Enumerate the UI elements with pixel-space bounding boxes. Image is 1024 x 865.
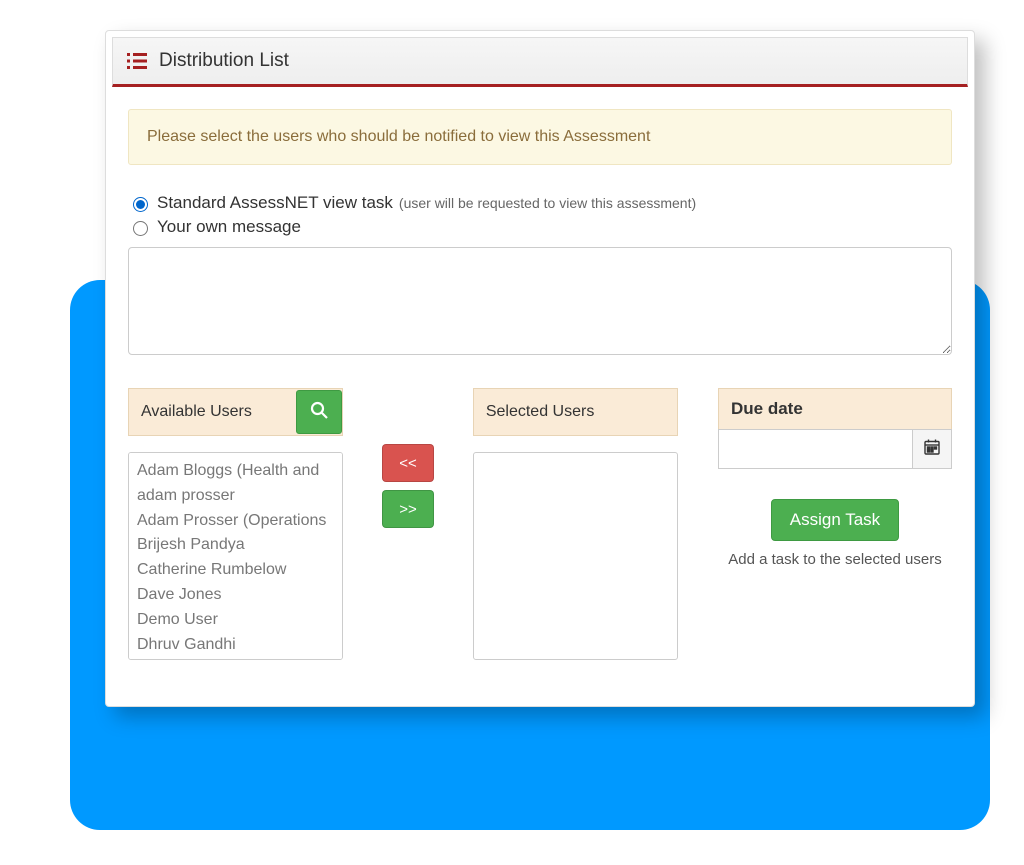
list-item[interactable]: Dhruv Gandhi [137, 633, 334, 658]
selected-users-title: Selected Users [486, 403, 595, 421]
available-users-column: Available Users Adam Bloggs (Health anda… [128, 388, 343, 660]
radio-standard-row: Standard AssessNET view task (user will … [128, 193, 952, 213]
selected-users-column: Selected Users [473, 388, 678, 660]
remove-user-button[interactable]: << [382, 444, 434, 482]
panel-body: Please select the users who should be no… [112, 87, 968, 700]
list-item[interactable]: Brijesh Pandya [137, 533, 334, 558]
due-date-picker-button[interactable] [912, 429, 952, 469]
available-users-header: Available Users [128, 388, 343, 436]
due-date-column: Due date [718, 388, 952, 572]
radio-own[interactable] [133, 221, 148, 236]
distribution-list-panel: Distribution List Please select the user… [105, 30, 975, 707]
transfer-buttons-column: << >> [343, 388, 473, 528]
columns: Available Users Adam Bloggs (Health anda… [128, 388, 952, 660]
due-date-header: Due date [718, 388, 952, 430]
search-users-button[interactable] [296, 390, 342, 434]
due-date-row [718, 429, 952, 469]
radio-standard[interactable] [133, 197, 148, 212]
notice-alert: Please select the users who should be no… [128, 109, 952, 165]
panel-title: Distribution List [159, 50, 289, 72]
due-date-input[interactable] [718, 429, 913, 469]
assign-task-button[interactable]: Assign Task [771, 499, 899, 541]
assign-task-hint: Add a task to the selected users [718, 549, 952, 572]
radio-standard-hint: (user will be requested to view this ass… [399, 195, 696, 211]
list-item[interactable]: Adam Bloggs (Health and [137, 459, 334, 484]
calendar-icon [923, 438, 941, 461]
selected-users-header: Selected Users [473, 388, 678, 436]
radio-standard-label: Standard AssessNET view task [157, 193, 393, 213]
own-message-textarea[interactable] [128, 247, 952, 355]
available-users-listbox[interactable]: Adam Bloggs (Health andadam prosserAdam … [128, 452, 343, 660]
list-item[interactable]: Dave Jones [137, 583, 334, 608]
selected-users-listbox[interactable] [473, 452, 678, 660]
radio-own-row: Your own message [128, 217, 952, 237]
add-user-button[interactable]: >> [382, 490, 434, 528]
panel-header: Distribution List [112, 37, 968, 87]
available-users-title: Available Users [141, 403, 252, 421]
list-item[interactable]: Catherine Rumbelow [137, 558, 334, 583]
radio-own-label: Your own message [157, 217, 301, 237]
list-item[interactable]: Demo User [137, 608, 334, 633]
search-icon [310, 401, 328, 424]
list-item[interactable]: Adam Prosser (Operations [137, 509, 334, 534]
list-icon [127, 52, 147, 70]
list-item[interactable]: adam prosser [137, 484, 334, 509]
